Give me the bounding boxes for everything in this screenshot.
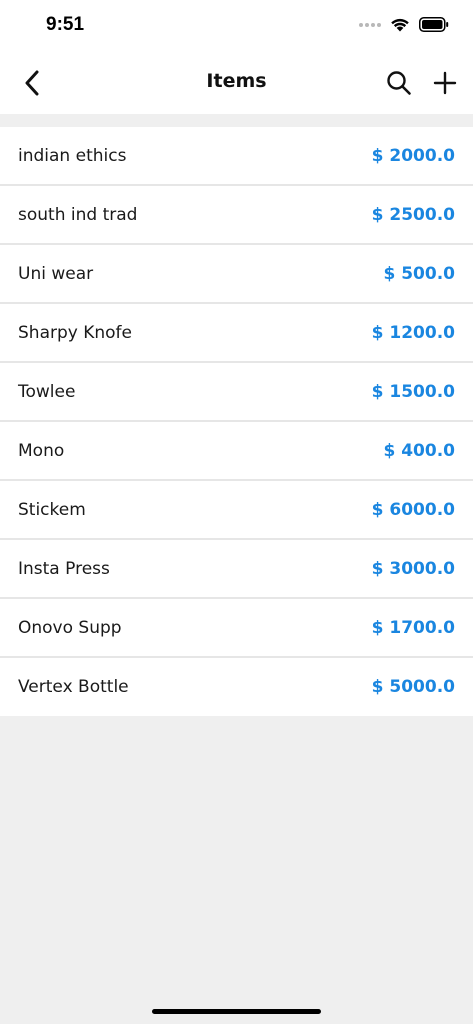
item-price: $ 1700.0 (371, 617, 455, 638)
search-icon (387, 71, 411, 95)
add-item-button[interactable] (431, 69, 459, 97)
cellular-signal-icon (359, 22, 381, 27)
item-price: $ 6000.0 (371, 499, 455, 520)
status-icons (359, 17, 449, 32)
item-name: Stickem (18, 499, 86, 520)
item-name: Mono (18, 440, 65, 461)
plus-icon (433, 71, 457, 95)
list-item[interactable]: Mono $ 400.0 (0, 422, 473, 481)
item-price: $ 1500.0 (371, 381, 455, 402)
item-price: $ 2000.0 (371, 145, 455, 166)
list-item[interactable]: Stickem $ 6000.0 (0, 481, 473, 540)
list-item[interactable]: Vertex Bottle $ 5000.0 (0, 658, 473, 716)
list-item[interactable]: Sharpy Knofe $ 1200.0 (0, 304, 473, 363)
wifi-icon (391, 18, 409, 32)
item-price: $ 3000.0 (371, 558, 455, 579)
battery-icon (419, 17, 449, 32)
item-price: $ 2500.0 (371, 204, 455, 225)
item-price: $ 5000.0 (371, 677, 455, 697)
item-price: $ 400.0 (383, 440, 455, 461)
status-time: 9:51 (46, 14, 85, 35)
status-bar: 9:51 (0, 0, 473, 52)
navigation-bar: Items (0, 52, 473, 114)
list-item[interactable]: indian ethics $ 2000.0 (0, 127, 473, 186)
item-list: indian ethics $ 2000.0 south ind trad $ 250… (0, 127, 473, 716)
item-name: Uni wear (18, 263, 94, 284)
list-item[interactable]: Uni wear $ 500.0 (0, 245, 473, 304)
item-price: $ 1200.0 (371, 322, 455, 343)
item-price: $ 500.0 (383, 263, 455, 284)
item-name: indian ethics (18, 145, 127, 166)
list-item[interactable]: Onovo Supp $ 1700.0 (0, 599, 473, 658)
item-name: Sharpy Knofe (18, 322, 132, 343)
search-button[interactable] (385, 69, 413, 97)
items-screen: 9:51 Items indian ethics $ 2000.0 south … (0, 0, 473, 1024)
home-indicator (152, 1009, 321, 1014)
item-name: Vertex Bottle (18, 677, 129, 697)
item-name: south ind trad (18, 204, 138, 225)
back-button[interactable] (18, 69, 46, 97)
item-name: Towlee (18, 381, 76, 402)
list-item[interactable]: Towlee $ 1500.0 (0, 363, 473, 422)
list-item[interactable]: south ind trad $ 2500.0 (0, 186, 473, 245)
chevron-left-icon (25, 70, 39, 96)
list-item[interactable]: Insta Press $ 3000.0 (0, 540, 473, 599)
item-name: Insta Press (18, 558, 110, 579)
item-name: Onovo Supp (18, 617, 122, 638)
